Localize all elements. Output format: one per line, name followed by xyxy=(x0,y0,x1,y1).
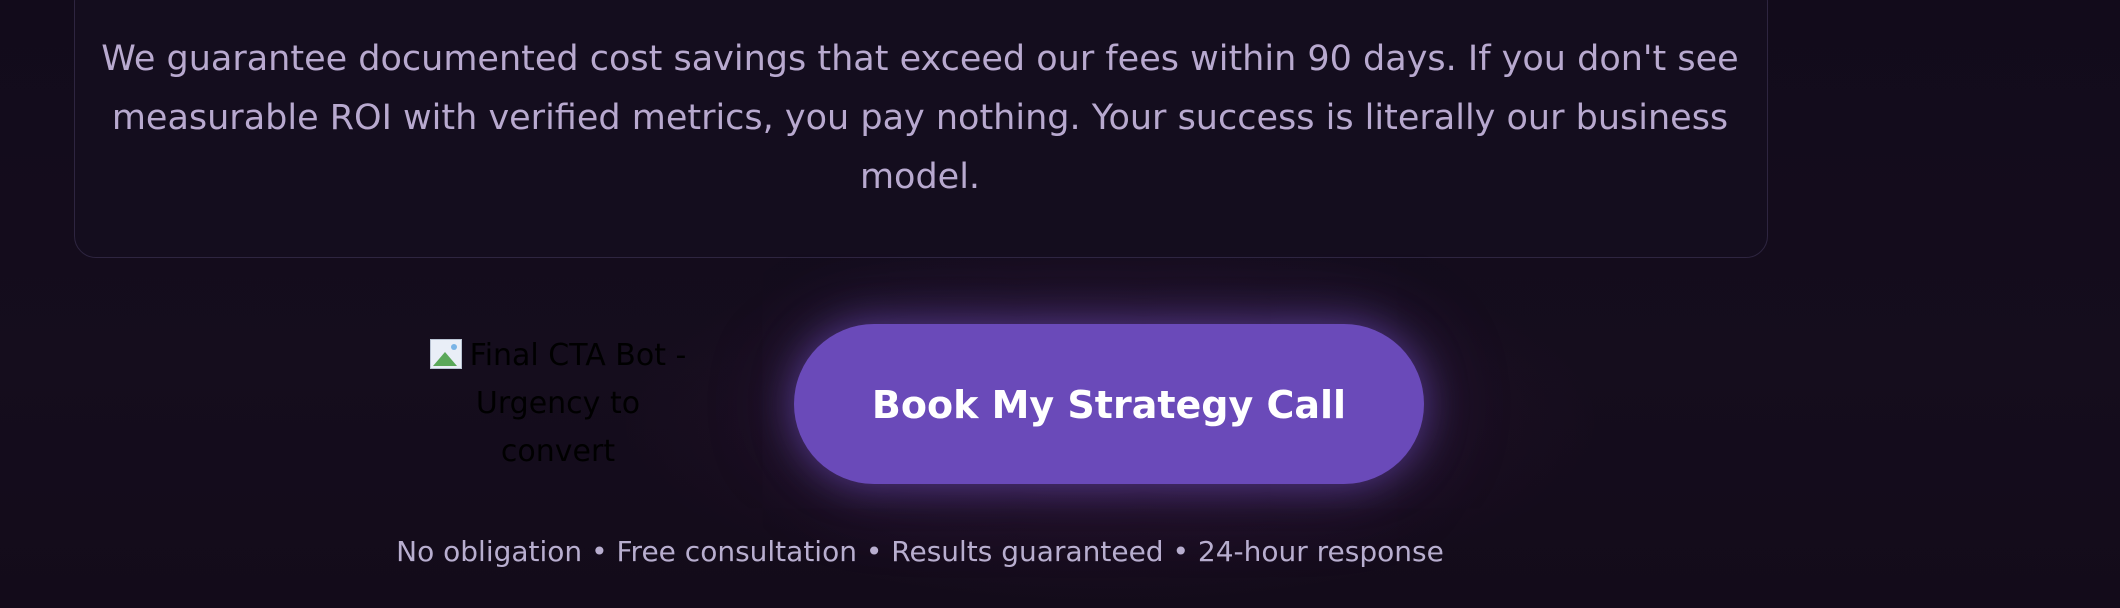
cta-bot-image-alt: Final CTA Bot - Urgency to convert xyxy=(469,338,687,469)
final-cta-section: We guarantee documented cost savings tha… xyxy=(0,0,2120,608)
broken-image-icon xyxy=(429,339,462,369)
reassurance-text: No obligation • Free consultation • Resu… xyxy=(396,535,1444,568)
guarantee-text: We guarantee documented cost savings tha… xyxy=(101,39,1739,197)
cta-row: Final CTA Bot - Urgency to convert Book … xyxy=(0,324,2120,484)
cta-bot-image: Final CTA Bot - Urgency to convert xyxy=(418,332,698,482)
book-strategy-call-button[interactable]: Book My Strategy Call xyxy=(794,324,1424,484)
